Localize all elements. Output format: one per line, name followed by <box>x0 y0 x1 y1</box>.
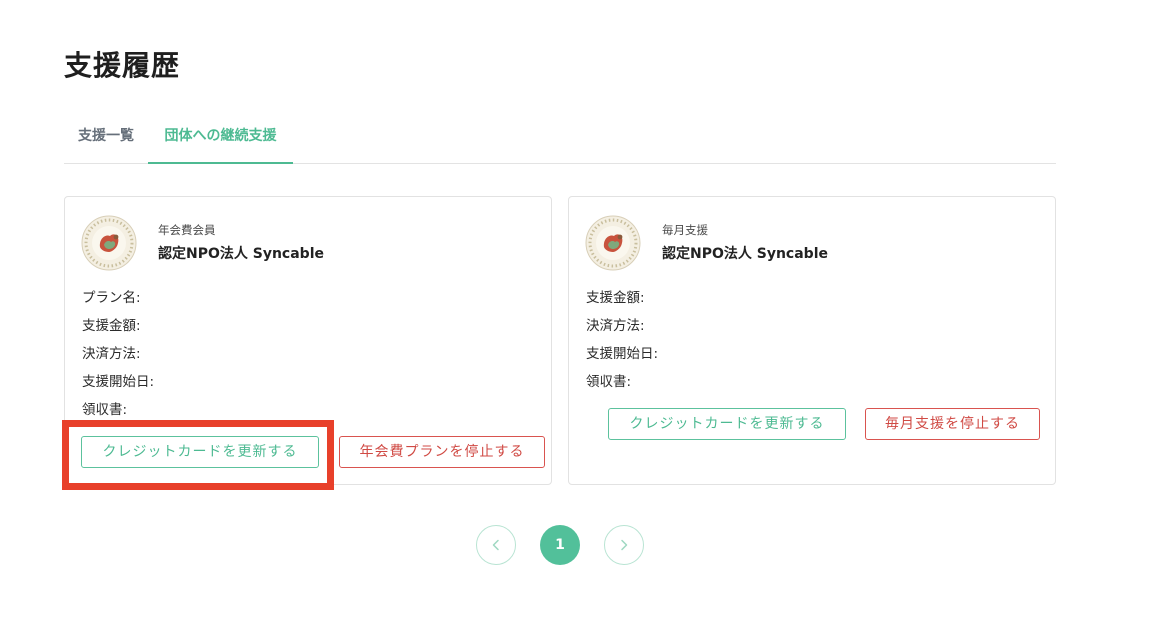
support-type: 毎月支援 <box>662 223 708 237</box>
tab-bar: 支援一覧 団体への継続支援 <box>64 108 1056 164</box>
field-receipt: 領収書: <box>586 374 632 390</box>
support-history-page: 支援履歴 支援一覧 団体への継続支援 年会費会員 認定NPO法人 Syncabl… <box>0 0 1150 620</box>
tab-support-list[interactable]: 支援一覧 <box>64 108 148 164</box>
tab-continuous-support[interactable]: 団体への継続支援 <box>148 108 293 164</box>
stop-annual-plan-button[interactable]: 年会費プランを停止する <box>339 436 545 468</box>
field-start-date: 支援開始日: <box>586 346 659 362</box>
field-amount: 支援金額: <box>82 318 141 334</box>
field-receipt: 領収書: <box>82 402 128 418</box>
detail-fields: プラン名: 支援金額: 決済方法: 支援開始日: 領収書: <box>82 287 154 427</box>
support-type: 年会費会員 <box>158 223 216 237</box>
org-name: 認定NPO法人 Syncable <box>662 246 828 262</box>
org-logo <box>585 215 641 271</box>
field-amount: 支援金額: <box>586 290 645 306</box>
update-credit-card-button[interactable]: クレジットカードを更新する <box>608 408 846 440</box>
pagination-next-button[interactable] <box>604 525 644 565</box>
field-plan-name: プラン名: <box>82 290 141 306</box>
pagination-page-1[interactable]: 1 <box>540 525 580 565</box>
update-credit-card-button[interactable]: クレジットカードを更新する <box>81 436 319 468</box>
chevron-left-icon <box>492 539 499 551</box>
page-title: 支援履歴 <box>64 49 181 82</box>
detail-fields: 支援金額: 決済方法: 支援開始日: 領収書: <box>586 287 658 399</box>
org-logo <box>81 215 137 271</box>
stop-monthly-support-button[interactable]: 毎月支援を停止する <box>865 408 1040 440</box>
org-name: 認定NPO法人 Syncable <box>158 246 324 262</box>
pagination-prev-button[interactable] <box>476 525 516 565</box>
support-card-monthly: 毎月支援 認定NPO法人 Syncable 支援金額: 決済方法: 支援開始日:… <box>568 196 1056 485</box>
field-payment-method: 決済方法: <box>586 318 645 334</box>
field-start-date: 支援開始日: <box>82 374 155 390</box>
support-card-annual: 年会費会員 認定NPO法人 Syncable プラン名: 支援金額: 決済方法:… <box>64 196 552 485</box>
chevron-right-icon <box>621 539 628 551</box>
field-payment-method: 決済方法: <box>82 346 141 362</box>
